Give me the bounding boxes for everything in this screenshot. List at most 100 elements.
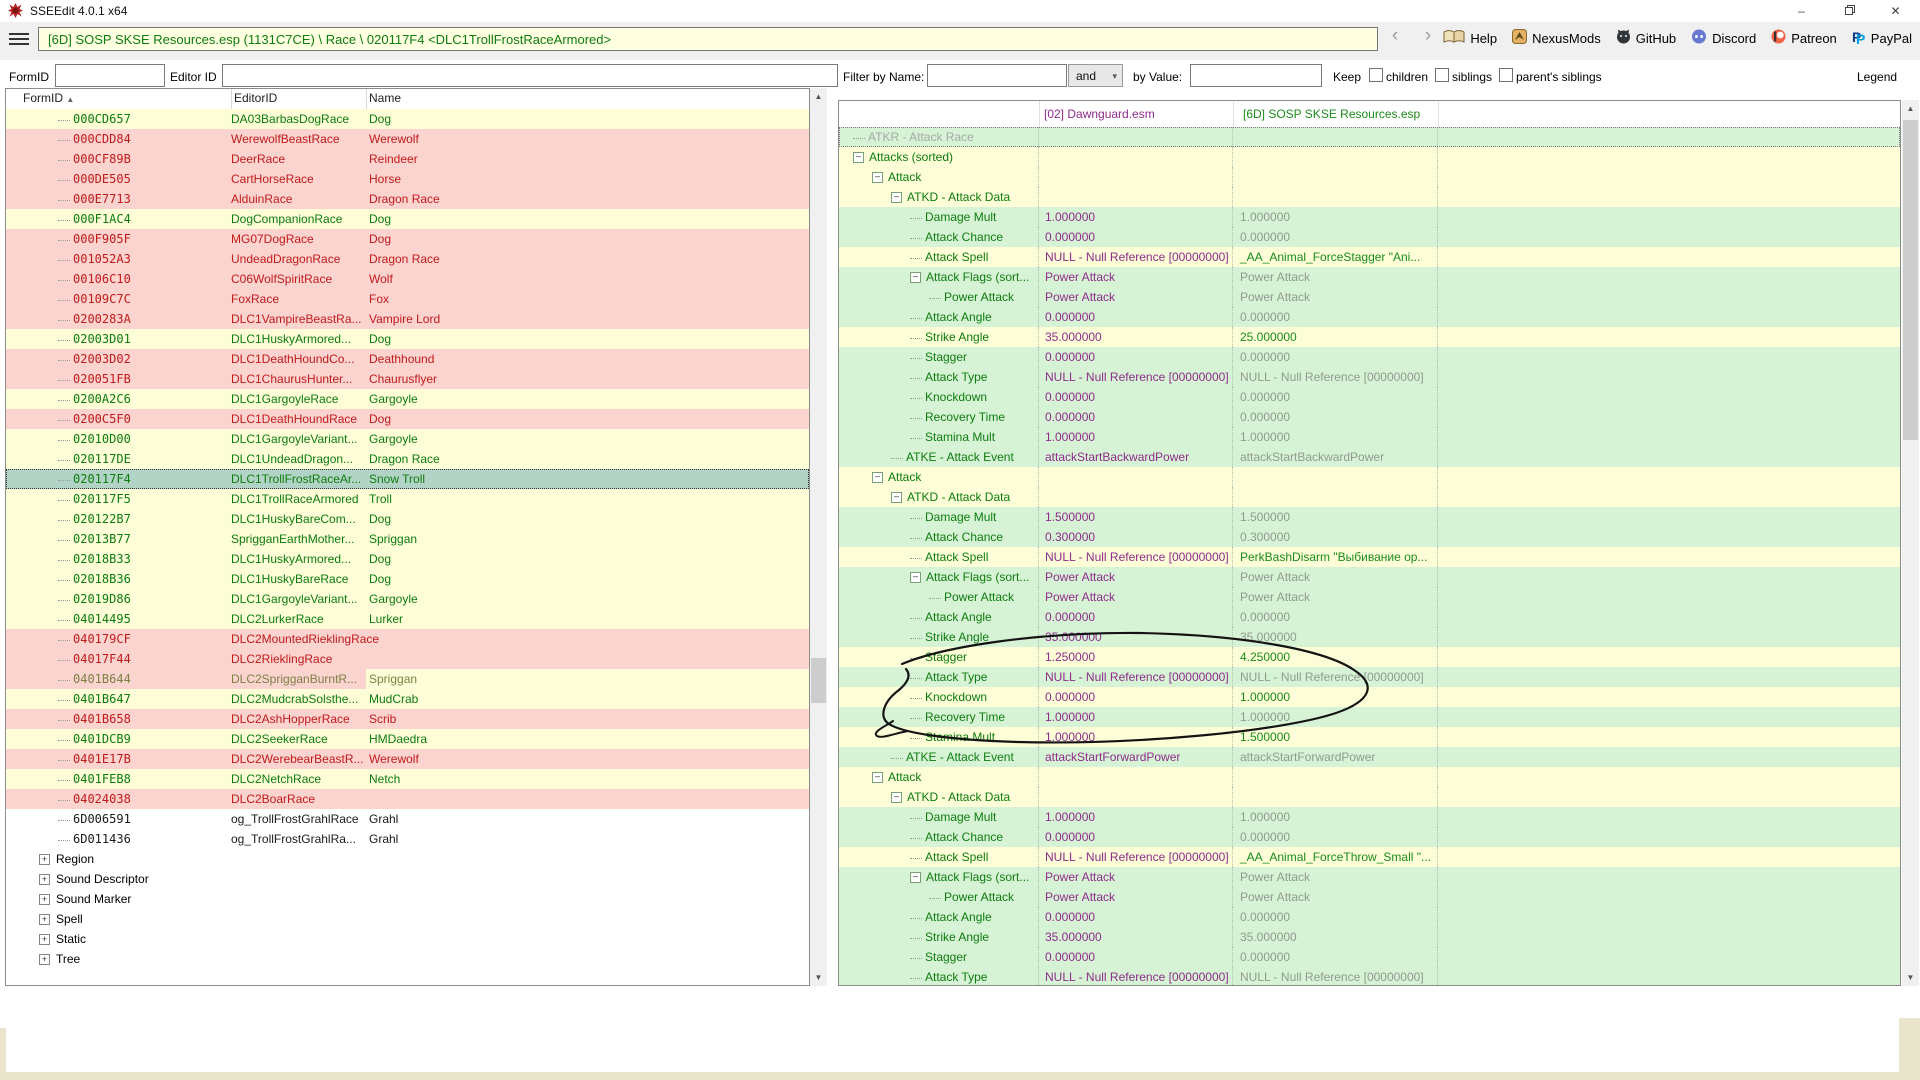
collapse-minus-icon[interactable]: – <box>891 792 902 803</box>
conflict-row[interactable]: –Attack <box>839 167 1900 187</box>
conflict-row[interactable]: Attack Chance0.0000000.000000 <box>839 827 1900 847</box>
menu-icon[interactable] <box>9 30 29 46</box>
conflict-row[interactable]: Knockdown0.0000001.000000 <box>839 687 1900 707</box>
expand-plus-icon[interactable]: + <box>39 914 50 925</box>
scroll-down-icon[interactable]: ▼ <box>1902 969 1919 986</box>
record-row[interactable]: 020117F5DLC1TrollRaceArmoredTroll <box>6 489 809 509</box>
record-row[interactable]: 0401E17BDLC2WerebearBeastR...Werewolf <box>6 749 809 769</box>
filter-name-input[interactable] <box>927 64 1067 87</box>
record-row[interactable]: 000CF89BDeerRaceReindeer <box>6 149 809 169</box>
filter-value-input[interactable] <box>1190 64 1322 87</box>
conflict-row[interactable]: Attack TypeNULL - Null Reference [000000… <box>839 667 1900 687</box>
column-header-editorid[interactable]: EditorID <box>234 91 277 105</box>
category-row[interactable]: +Sound Descriptor <box>6 869 809 889</box>
conflict-row[interactable]: Power AttackPower AttackPower Attack <box>839 887 1900 907</box>
filter-operator-select[interactable]: and ▾ <box>1068 64 1123 87</box>
record-row[interactable]: 02018B36DLC1HuskyBareRaceDog <box>6 569 809 589</box>
conflict-row[interactable]: Stagger1.2500004.250000 <box>839 647 1900 667</box>
conflict-row[interactable]: Attack Angle0.0000000.000000 <box>839 607 1900 627</box>
help-link[interactable]: Help <box>1443 29 1497 47</box>
conflict-row[interactable]: ATKE - Attack EventattackStartForwardPow… <box>839 747 1900 767</box>
conflict-row[interactable]: Knockdown0.0000000.000000 <box>839 387 1900 407</box>
collapse-minus-icon[interactable]: – <box>910 872 921 883</box>
record-row[interactable]: 04024038DLC2BoarRace <box>6 789 809 809</box>
record-row[interactable]: 000DE505CartHorseRaceHorse <box>6 169 809 189</box>
conflict-row[interactable]: Strike Angle35.00000035.000000 <box>839 927 1900 947</box>
collapse-minus-icon[interactable]: – <box>910 572 921 583</box>
conflict-row[interactable]: Power AttackPower AttackPower Attack <box>839 287 1900 307</box>
conflict-row[interactable]: Damage Mult1.0000001.000000 <box>839 807 1900 827</box>
record-row[interactable]: 000E7713AlduinRaceDragon Race <box>6 189 809 209</box>
conflict-row[interactable]: Attack Angle0.0000000.000000 <box>839 307 1900 327</box>
collapse-minus-icon[interactable]: – <box>872 472 883 483</box>
record-row[interactable]: 00109C7CFoxRaceFox <box>6 289 809 309</box>
conflict-row[interactable]: Recovery Time1.0000001.000000 <box>839 707 1900 727</box>
left-scrollbar[interactable]: ▲ ▼ <box>810 88 827 986</box>
conflict-row[interactable]: Stamina Mult1.0000001.500000 <box>839 727 1900 747</box>
record-row[interactable]: 020122B7DLC1HuskyBareCom...Dog <box>6 509 809 529</box>
record-row[interactable]: 0401B644DLC2SprigganBurntR...Spriggan <box>6 669 809 689</box>
record-row[interactable]: 0401B647DLC2MudcrabSolsthe...MudCrab <box>6 689 809 709</box>
github-link[interactable]: GitHub <box>1616 29 1676 47</box>
conflict-row[interactable]: Recovery Time0.0000000.000000 <box>839 407 1900 427</box>
expand-plus-icon[interactable]: + <box>39 934 50 945</box>
record-row[interactable]: 020117F4DLC1TrollFrostRaceAr...Snow Trol… <box>6 469 809 489</box>
record-row[interactable]: 000F1AC4DogCompanionRaceDog <box>6 209 809 229</box>
collapse-minus-icon[interactable]: – <box>891 192 902 203</box>
paypal-link[interactable]: PP PayPal <box>1852 29 1912 48</box>
close-button[interactable]: ✕ <box>1873 0 1918 22</box>
conflict-row[interactable]: Attack TypeNULL - Null Reference [000000… <box>839 967 1900 986</box>
collapse-minus-icon[interactable]: – <box>853 152 864 163</box>
conflict-row[interactable]: Power AttackPower AttackPower Attack <box>839 587 1900 607</box>
record-row[interactable]: 001052A3UndeadDragonRaceDragon Race <box>6 249 809 269</box>
conflict-row[interactable]: Attack SpellNULL - Null Reference [00000… <box>839 847 1900 867</box>
editorid-input[interactable] <box>222 64 838 87</box>
conflict-row[interactable]: –ATKD - Attack Data <box>839 787 1900 807</box>
record-row[interactable]: 000F905FMG07DogRaceDog <box>6 229 809 249</box>
record-row[interactable]: 04014495DLC2LurkerRaceLurker <box>6 609 809 629</box>
expand-plus-icon[interactable]: + <box>39 894 50 905</box>
collapse-minus-icon[interactable]: – <box>872 172 883 183</box>
conflict-row[interactable]: Attack Chance0.0000000.000000 <box>839 227 1900 247</box>
record-row[interactable]: 0200C5F0DLC1DeathHoundRaceDog <box>6 409 809 429</box>
record-row[interactable]: 020117DEDLC1UndeadDragon...Dragon Race <box>6 449 809 469</box>
right-scrollbar[interactable]: ▲ ▼ <box>1902 100 1919 986</box>
conflict-row[interactable]: Damage Mult1.0000001.000000 <box>839 207 1900 227</box>
record-row[interactable]: 000CD657DA03BarbasDogRaceDog <box>6 109 809 129</box>
category-row[interactable]: +Region <box>6 849 809 869</box>
conflict-row[interactable]: Stagger0.0000000.000000 <box>839 347 1900 367</box>
scroll-down-icon[interactable]: ▼ <box>810 969 827 986</box>
legend-link[interactable]: Legend <box>1857 70 1897 84</box>
conflict-row[interactable]: –ATKD - Attack Data <box>839 187 1900 207</box>
patreon-link[interactable]: Patreon <box>1771 29 1837 47</box>
right-scrollbar-thumb[interactable] <box>1903 120 1918 440</box>
conflict-row[interactable]: –Attack <box>839 767 1900 787</box>
category-row[interactable]: +Static <box>6 929 809 949</box>
formid-input[interactable] <box>55 64 165 87</box>
record-row[interactable]: 0200A2C6DLC1GargoyleRaceGargoyle <box>6 389 809 409</box>
scroll-up-icon[interactable]: ▲ <box>1902 100 1919 117</box>
expand-plus-icon[interactable]: + <box>39 874 50 885</box>
restore-button[interactable] <box>1827 0 1872 22</box>
conflict-row[interactable]: ATKE - Attack EventattackStartBackwardPo… <box>839 447 1900 467</box>
conflict-row[interactable]: Attack Angle0.0000000.000000 <box>839 907 1900 927</box>
conflict-row[interactable]: Strike Angle35.00000025.000000 <box>839 327 1900 347</box>
record-row[interactable]: 6D006591og_TrollFrostGrahlRaceGrahl <box>6 809 809 829</box>
conflict-row[interactable]: –Attack Flags (sort...Power AttackPower … <box>839 267 1900 287</box>
record-row[interactable]: 0401B658DLC2AshHopperRaceScrib <box>6 709 809 729</box>
category-row[interactable]: +Sound Marker <box>6 889 809 909</box>
category-row[interactable]: +Tree <box>6 949 809 969</box>
record-row[interactable]: 02010D00DLC1GargoyleVariant...Gargoyle <box>6 429 809 449</box>
conflict-row[interactable]: Stamina Mult1.0000001.000000 <box>839 427 1900 447</box>
keep-siblings-checkbox[interactable] <box>1435 68 1449 82</box>
conflict-row[interactable]: Attack SpellNULL - Null Reference [00000… <box>839 547 1900 567</box>
conflict-row[interactable]: Attack Chance0.3000000.300000 <box>839 527 1900 547</box>
expand-plus-icon[interactable]: + <box>39 854 50 865</box>
record-row[interactable]: 04017F44DLC2RieklingRace <box>6 649 809 669</box>
record-row[interactable]: 02003D02DLC1DeathHoundCo...Deathhound <box>6 349 809 369</box>
discord-link[interactable]: Discord <box>1691 29 1756 47</box>
record-row[interactable]: 0200283ADLC1VampireBeastRa...Vampire Lor… <box>6 309 809 329</box>
keep-children-checkbox[interactable] <box>1369 68 1383 82</box>
record-row[interactable]: 02013B77SprigganEarthMother...Spriggan <box>6 529 809 549</box>
collapse-minus-icon[interactable]: – <box>910 272 921 283</box>
